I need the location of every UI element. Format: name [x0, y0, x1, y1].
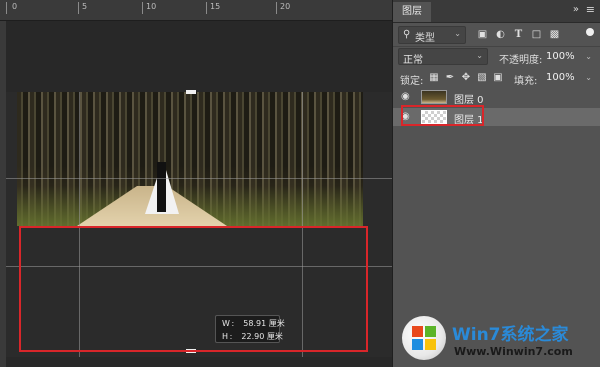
flag-green	[425, 326, 436, 337]
height-unit: 厘米	[266, 332, 283, 341]
filter-toggle-icon[interactable]	[586, 28, 594, 36]
lock-artboard-icon[interactable]: ▧	[476, 71, 488, 84]
watermark-url: Www.Winwin7.com	[454, 345, 573, 358]
windows-logo-icon	[402, 316, 446, 360]
chevron-down-icon: ⌄	[454, 29, 461, 38]
lock-row: 锁定: ▦ ✒ ✥ ▧ ▣ 填充: 100% ⌄	[398, 69, 596, 87]
fill-field[interactable]: 100% ⌄	[546, 70, 592, 85]
wedding-photo-layer[interactable]	[17, 92, 363, 226]
ruler-tick	[276, 2, 277, 14]
height-readout: H : 22.90 厘米	[222, 330, 283, 343]
width-label: W :	[222, 319, 235, 328]
layers-panel: 图层 » ≡ ⚲ 类型 ⌄ ▣ ◐ T □ ▩ 正常 ⌄ 不透明度: 100% …	[392, 0, 600, 367]
width-value: 58.91	[243, 319, 267, 328]
horizontal-ruler[interactable]: 0 5 10 15 20	[0, 0, 392, 21]
lock-label: 锁定:	[400, 76, 424, 87]
ruler-label: 20	[280, 2, 291, 11]
text-filter-icon[interactable]: T	[512, 28, 525, 41]
blend-row: 正常 ⌄ 不透明度: 100% ⌄	[398, 48, 596, 66]
layer-highlight-box	[401, 105, 484, 126]
height-label: H :	[222, 332, 233, 341]
watermark-title: Win7系统之家	[452, 320, 569, 345]
chevron-down-icon[interactable]: ⌄	[585, 49, 592, 64]
ruler-tick	[6, 2, 7, 14]
search-icon: ⚲	[403, 29, 411, 40]
panel-tab-bar: 图层 » ≡	[393, 0, 600, 23]
smart-object-filter-icon[interactable]: ▩	[548, 28, 561, 41]
transform-size-tooltip: W : 58.91 厘米 H : 22.90 厘米	[215, 315, 285, 343]
grid-line-horizontal	[6, 178, 392, 179]
divider	[393, 46, 600, 47]
ruler-tick	[78, 2, 79, 14]
height-value: 22.90	[241, 332, 265, 341]
opacity-label: 不透明度:	[499, 55, 543, 66]
collapse-panel-icon[interactable]: »	[573, 4, 579, 15]
panel-menu-icon[interactable]: ≡	[586, 3, 595, 16]
blend-mode-select[interactable]: 正常 ⌄	[398, 48, 488, 66]
filter-kind-label: 类型	[415, 33, 435, 44]
layer-thumbnail	[421, 90, 447, 104]
flag-yellow	[425, 339, 436, 350]
chevron-down-icon[interactable]: ⌄	[585, 70, 592, 85]
opacity-field[interactable]: 100% ⌄	[546, 49, 592, 64]
ruler-label: 5	[82, 2, 88, 11]
width-unit: 厘米	[268, 319, 285, 328]
site-watermark: Win7系统之家 Www.Winwin7.com	[402, 314, 600, 367]
ruler-tick	[142, 2, 143, 14]
adjustment-filter-icon[interactable]: ◐	[494, 28, 507, 41]
lock-position-icon[interactable]: ✥	[460, 71, 472, 84]
chevron-down-icon: ⌄	[476, 51, 483, 60]
visibility-eye-icon[interactable]: ◉	[401, 91, 410, 102]
lock-transparent-icon[interactable]: ▦	[428, 71, 440, 84]
width-readout: W : 58.91 厘米	[222, 317, 285, 330]
image-filter-icon[interactable]: ▣	[476, 28, 489, 41]
flag-red	[412, 326, 423, 337]
ruler-label: 0	[12, 2, 18, 11]
tab-layers[interactable]: 图层	[393, 2, 431, 22]
ruler-tick	[206, 2, 207, 14]
ruler-label: 15	[210, 2, 221, 11]
layer-filter-row: ⚲ 类型 ⌄ ▣ ◐ T □ ▩	[398, 26, 596, 46]
watermark-title-en: Win7	[452, 325, 501, 345]
opacity-value: 100%	[546, 51, 575, 62]
transform-handle-top[interactable]	[186, 90, 196, 94]
filter-kind-select[interactable]: ⚲ 类型 ⌄	[398, 26, 466, 44]
flag-blue	[412, 339, 423, 350]
blend-mode-value: 正常	[403, 55, 423, 66]
watermark-title-cn: 系统之家	[500, 325, 569, 345]
canvas-area[interactable]: 0 5 10 15 20 W : 58.91 厘米 H : 22.90 厘米	[0, 0, 392, 367]
fill-value: 100%	[546, 72, 575, 83]
fill-label: 填充:	[514, 76, 538, 87]
lock-all-icon[interactable]: ▣	[492, 71, 504, 84]
ruler-label: 10	[146, 2, 157, 11]
selection-highlight-box	[19, 226, 368, 352]
layer-name: 图层 0	[454, 95, 484, 106]
groom-figure	[157, 162, 166, 212]
lock-image-icon[interactable]: ✒	[444, 71, 456, 84]
layer-row[interactable]: ◉ 图层 0	[393, 88, 600, 106]
shape-filter-icon[interactable]: □	[530, 28, 543, 41]
